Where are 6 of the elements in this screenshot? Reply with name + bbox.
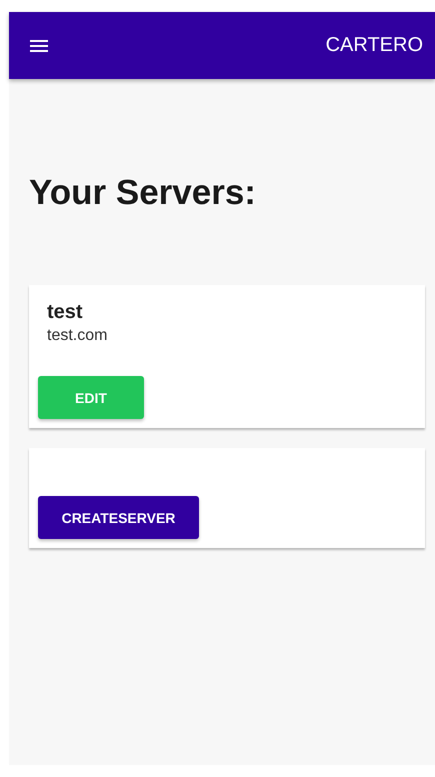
page-heading: Your Servers:: [29, 173, 257, 213]
server-host: test.com: [47, 327, 108, 345]
server-name: test: [47, 301, 83, 324]
create-server-button[interactable]: CREATESERVER: [38, 496, 199, 539]
app-title: CARTERO: [326, 34, 423, 57]
menu-icon[interactable]: [30, 40, 48, 52]
